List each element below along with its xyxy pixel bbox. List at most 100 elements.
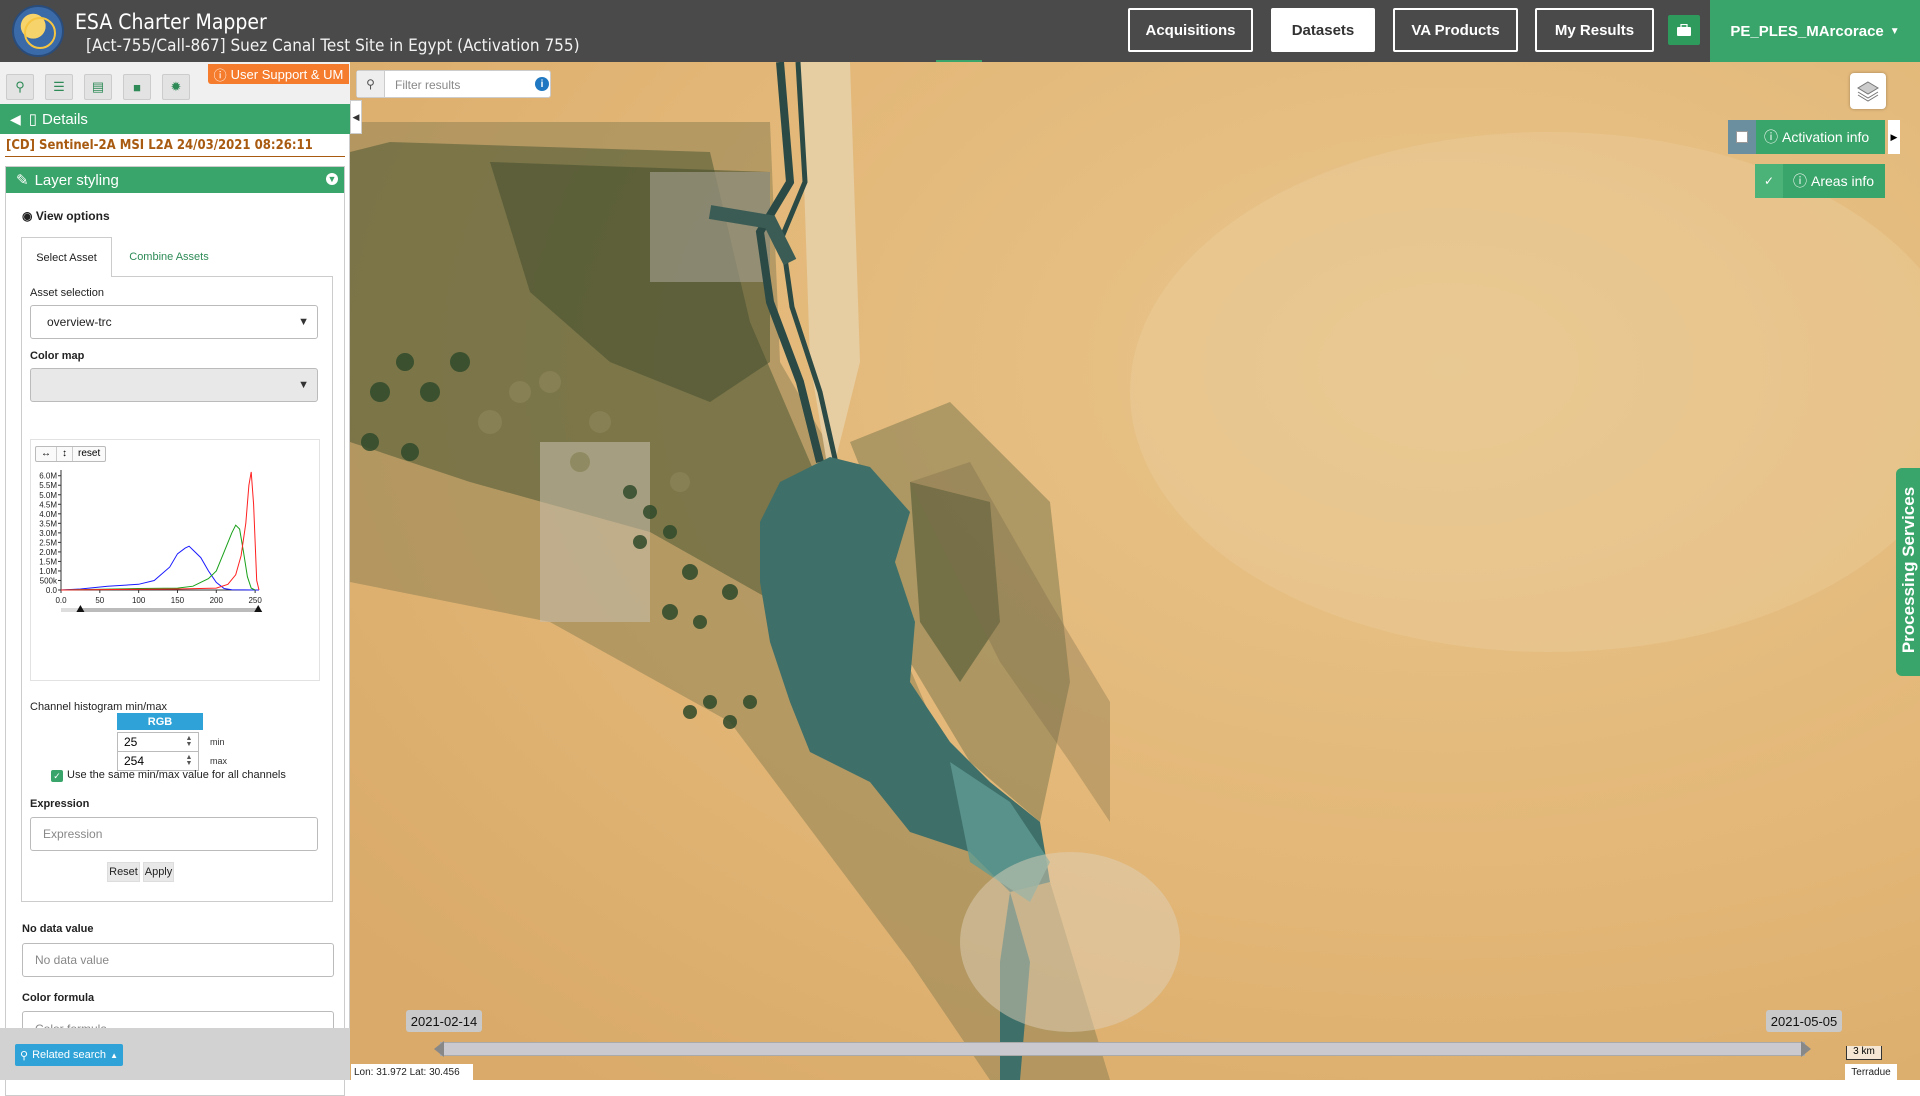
gear-icon: ✹ — [170, 79, 182, 94]
min-value-input[interactable]: 25 ▲ ▼ — [117, 732, 199, 752]
tab-combine-assets[interactable]: Combine Assets — [114, 237, 224, 277]
layer-styling-label: Layer styling — [34, 171, 119, 189]
search-icon: ⚲ — [357, 71, 385, 97]
expression-label: Expression — [30, 798, 90, 810]
info-icon: ⓘ — [1793, 173, 1807, 189]
histogram-chart: ↔ ↕ reset 0.0 500k 1.0M 1.5M 2.0M 2.5M 3.0M 3.5… — [30, 439, 320, 681]
y-tick-label: 3.5M — [39, 519, 57, 528]
x-tick-label: 200 — [210, 596, 224, 605]
color-map-select[interactable]: ▼ — [30, 368, 318, 402]
back-arrow-icon[interactable]: ◀ — [10, 111, 21, 128]
apply-button[interactable]: Apply — [143, 862, 174, 882]
archive-tool-button[interactable]: ■ — [123, 74, 151, 100]
product-title: [CD] Sentinel-2A MSI L2A 24/03/2021 08:2… — [6, 138, 313, 153]
nav-datasets-button[interactable]: Datasets — [1271, 8, 1375, 52]
timeline-end-handle[interactable] — [1801, 1041, 1811, 1057]
basket-tool-button[interactable]: ▤ — [84, 74, 112, 100]
min-label: min — [210, 737, 225, 747]
activation-title: [Act-755/Call-867] Suez Canal Test Site … — [86, 36, 580, 56]
spinner-icon[interactable]: ▲ ▼ — [184, 735, 194, 748]
search-icon: ⚲ — [15, 79, 25, 94]
nav-acquisitions-button[interactable]: Acquisitions — [1128, 8, 1253, 52]
layers-button[interactable] — [1850, 73, 1886, 109]
timeline-slider[interactable] — [440, 1042, 1805, 1056]
related-search-button[interactable]: ⚲ Related search ▲ — [15, 1044, 123, 1066]
filter-input[interactable]: Filter results — [395, 78, 460, 92]
y-tick-label: 5.0M — [39, 491, 57, 500]
x-tick-label: 100 — [132, 596, 146, 605]
settings-tool-button[interactable]: ✹ — [162, 74, 190, 100]
filter-results[interactable]: ⚲ Filter results i — [356, 70, 551, 98]
vertical-zoom-button[interactable]: ↕ — [57, 447, 73, 461]
timeline-end-date: 2021-05-05 — [1766, 1010, 1842, 1032]
satellite-map[interactable] — [350, 62, 1920, 1080]
nav-va-products-button[interactable]: VA Products — [1393, 8, 1518, 52]
activation-info-toggle[interactable]: ⓘ Activation info — [1728, 120, 1885, 154]
histogram-series-2 — [60, 471, 260, 591]
map-attribution: Terradue — [1845, 1064, 1897, 1080]
chevron-down-icon: ▼ — [298, 379, 309, 391]
user-support-button[interactable]: ⓘ User Support & UM — [208, 64, 349, 84]
areas-info-label: Areas info — [1811, 173, 1875, 189]
histogram-series-0 — [60, 545, 260, 591]
eye-icon: ◉ — [22, 209, 33, 223]
nav-my-results-button[interactable]: My Results — [1535, 8, 1654, 52]
divider — [5, 156, 345, 157]
list-icon: ☰ — [53, 79, 65, 94]
view-options-label: ◉ View options — [22, 209, 110, 223]
horizontal-zoom-button[interactable]: ↔ — [36, 447, 57, 461]
x-tick-label: 0.0 — [55, 596, 67, 605]
brush-icon: ✎ — [16, 172, 29, 189]
list-tool-button[interactable]: ☰ — [45, 74, 73, 100]
chevron-down-icon[interactable]: ▼ — [326, 173, 338, 185]
briefcase-button[interactable] — [1668, 15, 1700, 45]
y-tick-label: 0.0 — [46, 586, 58, 595]
same-minmax-checkbox[interactable]: ✓ — [51, 770, 63, 782]
activation-info-checkbox[interactable] — [1728, 120, 1756, 154]
search-icon: ⚲ — [20, 1049, 29, 1062]
layer-styling-header[interactable]: ✎ Layer styling ▼ — [6, 167, 344, 193]
y-tick-label: 4.5M — [39, 500, 57, 509]
min-value: 25 — [124, 735, 138, 749]
collapse-panel-button[interactable]: ◀ — [350, 100, 362, 134]
channel-minmax-label: Channel histogram min/max — [30, 701, 167, 713]
scale-bar: 3 km — [1846, 1046, 1882, 1060]
y-tick-label: 2.0M — [39, 548, 57, 557]
nodata-input[interactable]: No data value — [22, 943, 334, 977]
areas-info-checkbox[interactable]: ✓ — [1755, 164, 1783, 198]
collapse-right-button[interactable]: ▶ — [1888, 120, 1900, 154]
processing-services-label: Processing Services — [1899, 486, 1918, 654]
asset-selection-value: overview-trc — [47, 315, 112, 329]
related-search-label: Related search — [32, 1049, 107, 1061]
histogram-toolbar: ↔ ↕ reset — [35, 446, 107, 462]
y-tick-label: 5.5M — [39, 481, 57, 490]
caret-down-icon: ▼ — [1889, 25, 1900, 37]
processing-services-tab[interactable]: Processing Services — [1896, 468, 1920, 676]
color-map-label: Color map — [30, 350, 85, 362]
max-value-input[interactable]: 254 ▲ ▼ — [117, 751, 199, 771]
x-tick-label: 50 — [95, 596, 104, 605]
expression-input[interactable]: Expression — [30, 817, 318, 851]
left-panel: ⚲ ☰ ▤ ■ ✹ ⓘ User Support & UM ◀ ▯ Detail… — [0, 62, 350, 1096]
areas-info-toggle[interactable]: ✓ ⓘ Areas info — [1755, 164, 1885, 198]
max-label: max — [210, 756, 228, 766]
range-fill — [80, 608, 259, 612]
histogram-plot: 0.0500k1.0M1.5M2.0M2.5M3.0M3.5M4.0M4.5M5… — [39, 470, 262, 612]
timeline-start-handle[interactable] — [434, 1041, 444, 1057]
user-menu[interactable]: PE_PLES_MArcorace ▼ — [1710, 0, 1920, 62]
histogram-reset-button[interactable]: reset — [73, 447, 105, 461]
y-tick-label: 3.0M — [39, 529, 57, 538]
details-label: Details — [42, 110, 88, 128]
search-tool-button[interactable]: ⚲ — [6, 74, 34, 100]
spinner-icon[interactable]: ▲ ▼ — [184, 754, 194, 767]
rgb-channel-badge[interactable]: RGB — [117, 713, 203, 730]
asset-selection-select[interactable]: overview-trc ▼ — [30, 305, 318, 339]
panel-toolbar: ⚲ ☰ ▤ ■ ✹ ⓘ User Support & UM — [0, 62, 350, 104]
details-header[interactable]: ◀ ▯ Details — [0, 104, 350, 134]
y-tick-label: 1.5M — [39, 557, 57, 566]
info-icon[interactable]: i — [535, 77, 549, 91]
reset-button[interactable]: Reset — [107, 862, 140, 882]
tab-select-asset[interactable]: Select Asset — [21, 237, 112, 277]
charter-logo-icon — [12, 5, 64, 57]
layer-styling-panel: ✎ Layer styling ▼ ◉ View options Select … — [5, 166, 345, 1096]
